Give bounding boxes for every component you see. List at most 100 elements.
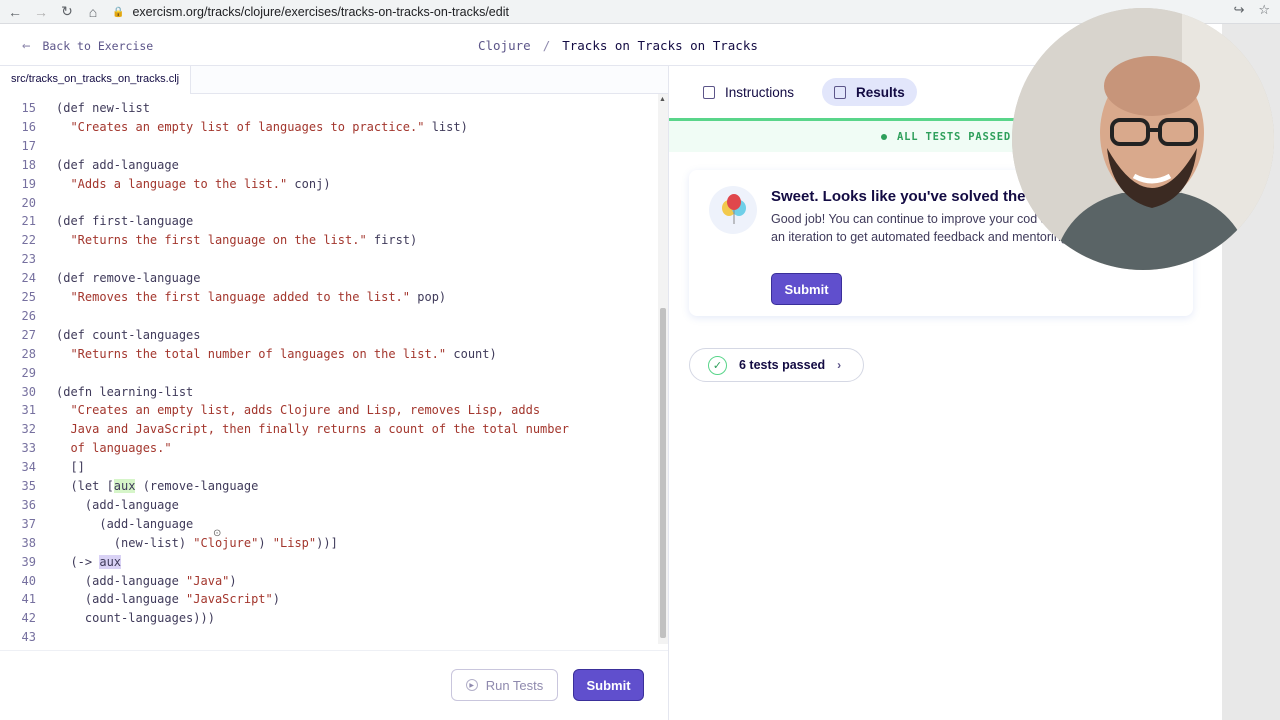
- code-text: "Creates an empty list of languages to p…: [70, 119, 468, 134]
- code-line[interactable]: 16 "Creates an empty list of languages t…: [0, 118, 660, 137]
- code-line[interactable]: 31 "Creates an empty list, adds Clojure …: [0, 401, 660, 420]
- code-text: (add-language: [56, 497, 179, 512]
- balloons-icon: [709, 186, 757, 234]
- code-text: "Returns the first language on the list.…: [70, 233, 418, 248]
- line-number: 42: [21, 611, 36, 626]
- run-tests-label: Run Tests: [485, 677, 544, 693]
- lock-icon: 🔒: [112, 6, 125, 18]
- code-text: "Adds a language to the list." conj): [70, 176, 331, 191]
- code-line[interactable]: 41 (add-language "JavaScript"): [0, 590, 660, 609]
- file-tabbar: src/tracks_on_tracks_on_tracks.clj: [0, 66, 668, 94]
- tab-instructions[interactable]: Instructions: [691, 78, 806, 106]
- tab-results[interactable]: Results: [822, 78, 917, 106]
- line-number: 22: [21, 233, 36, 248]
- code-line[interactable]: 32 Java and JavaScript, then finally ret…: [0, 420, 660, 439]
- submit-button[interactable]: Submit: [573, 669, 644, 701]
- line-number: 35: [21, 479, 36, 493]
- tests-passed-pill[interactable]: ✓ 6 tests passed ›: [689, 348, 864, 382]
- code-line[interactable]: 24 (def remove-language: [0, 269, 660, 288]
- code-text: (add-language "Java"): [56, 573, 237, 588]
- reload-icon[interactable]: ↻: [56, 1, 78, 23]
- code-line[interactable]: 15 (def new-list: [0, 99, 660, 118]
- line-number: 38: [21, 535, 36, 550]
- code-line[interactable]: 40 (add-language "Java"): [0, 572, 660, 591]
- breadcrumb-track[interactable]: Clojure: [478, 38, 531, 53]
- code-text: (def first-language: [56, 214, 194, 229]
- url-text: exercism.org/tracks/clojure/exercises/tr…: [132, 5, 509, 19]
- breadcrumb-exercise: Tracks on Tracks on Tracks: [562, 38, 758, 53]
- line-number: 36: [21, 497, 36, 512]
- code-line[interactable]: 34 []: [0, 458, 660, 477]
- line-number: 28: [21, 346, 36, 361]
- code-text: (add-language: [56, 516, 194, 531]
- play-icon: ▶: [465, 679, 478, 691]
- code-text: (def add-language: [56, 157, 179, 172]
- share-icon[interactable]: ↪: [1233, 2, 1244, 18]
- code-line[interactable]: 19 "Adds a language to the list." conj): [0, 175, 660, 194]
- home-icon[interactable]: ⌂: [82, 1, 104, 23]
- editor-footer: ▶ Run Tests Submit: [0, 650, 668, 720]
- line-number: 24: [21, 271, 36, 286]
- code-text: (-> aux: [56, 554, 122, 569]
- tab-label: Instructions: [725, 84, 795, 100]
- file-tab[interactable]: src/tracks_on_tracks_on_tracks.clj: [0, 66, 192, 94]
- arrow-left-icon[interactable]: ←: [4, 1, 26, 23]
- code-line[interactable]: 25 "Removes the first language added to …: [0, 288, 660, 307]
- code-line[interactable]: 22 "Returns the first language on the li…: [0, 231, 660, 250]
- code-line[interactable]: 43: [0, 628, 660, 647]
- back-label: Back to Exercise: [42, 39, 154, 53]
- code-line[interactable]: 38 (new-list) "Clojure") "Lisp"))]: [0, 534, 660, 553]
- webcam-overlay: [1012, 8, 1274, 270]
- code-text: "Returns the total number of languages o…: [70, 346, 497, 361]
- breadcrumb: Clojure / Tracks on Tracks on Tracks: [478, 38, 758, 53]
- tab-label: Results: [856, 84, 905, 100]
- code-line[interactable]: 18 (def add-language: [0, 156, 660, 175]
- code-text: of languages.": [56, 441, 172, 456]
- scroll-up-icon[interactable]: ▲: [659, 96, 666, 103]
- code-line[interactable]: 30 (defn learning-list: [0, 383, 660, 402]
- arrow-right-icon[interactable]: →: [30, 1, 52, 23]
- code-text: Java and JavaScript, then finally return…: [56, 422, 569, 437]
- line-number: 39: [21, 554, 36, 569]
- editor-scrollbar[interactable]: ▲: [658, 94, 668, 644]
- code-line[interactable]: 39 (-> aux: [0, 553, 660, 572]
- code-line[interactable]: 33 of languages.": [0, 439, 660, 458]
- code-text: (def new-list: [56, 101, 150, 115]
- line-number: 32: [21, 422, 36, 437]
- line-number: 16: [21, 119, 36, 134]
- line-number: 17: [21, 138, 36, 153]
- code-line[interactable]: 36 (add-language: [0, 496, 660, 515]
- code-text: (def count-languages: [56, 327, 201, 342]
- code-line[interactable]: 37 (add-language: [0, 515, 660, 534]
- check-icon: ✓: [708, 355, 727, 375]
- back-to-exercise-link[interactable]: ← Back to Exercise: [22, 38, 153, 54]
- code-text: (defn learning-list: [56, 384, 194, 399]
- code-line[interactable]: 29: [0, 364, 660, 383]
- run-tests-button[interactable]: ▶ Run Tests: [451, 669, 558, 701]
- code-line[interactable]: 21 (def first-language: [0, 212, 660, 231]
- code-line[interactable]: 42 count-languages))): [0, 609, 660, 628]
- line-number: 25: [21, 290, 36, 304]
- address-bar[interactable]: 🔒 exercism.org/tracks/clojure/exercises/…: [112, 2, 1212, 22]
- line-number: 30: [21, 384, 36, 399]
- code-line[interactable]: 26: [0, 307, 660, 326]
- line-number: 31: [21, 403, 36, 418]
- line-number: 33: [21, 441, 36, 456]
- code-line[interactable]: 23: [0, 250, 660, 269]
- code-text: (new-list) "Clojure") "Lisp"))]: [56, 535, 338, 550]
- text-cursor-icon: ⊙: [213, 528, 222, 539]
- scroll-thumb[interactable]: [660, 308, 666, 638]
- line-number: 29: [21, 365, 36, 380]
- code-editor[interactable]: 15 (def new-list 16 "Creates an empty list…: [0, 94, 668, 650]
- line-number: 26: [21, 308, 36, 323]
- code-line[interactable]: 27 (def count-languages: [0, 326, 660, 345]
- card-submit-button[interactable]: Submit: [771, 273, 842, 305]
- code-text: []: [56, 460, 85, 475]
- code-line[interactable]: 17: [0, 137, 660, 156]
- list-icon: [703, 85, 715, 99]
- code-line[interactable]: 20: [0, 194, 660, 213]
- line-number: 27: [21, 327, 36, 342]
- code-line[interactable]: 35 (let [aux (remove-language: [0, 477, 660, 496]
- code-line[interactable]: 28 "Returns the total number of language…: [0, 345, 660, 364]
- star-icon[interactable]: ☆: [1258, 2, 1270, 18]
